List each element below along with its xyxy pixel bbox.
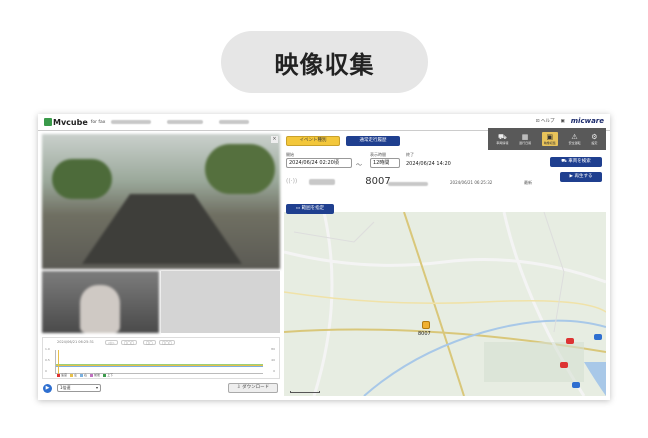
nav-vehicle[interactable]: ⛟ 車両情報 xyxy=(496,133,508,145)
nav-warning[interactable]: ⚠ 安全運転 xyxy=(569,133,581,145)
start-datetime-field[interactable]: 2024/06/24 02:20頃 xyxy=(286,158,352,168)
vehicle-marker-label: 8007 xyxy=(418,331,431,337)
travel-history-button[interactable]: 通常走行履歴 xyxy=(346,136,400,146)
warning-icon: ⚠ xyxy=(571,133,578,141)
page-heading: 映像収集 xyxy=(221,31,428,93)
map-view[interactable]: 8007 xyxy=(284,212,606,396)
sensor-graph: 2024/06/21 06:25:31 ◁ ▷ □□□ □□ □□□ 1.0 0.… xyxy=(42,337,280,379)
graph-timestamp: 2024/06/21 06:25:31 xyxy=(57,340,95,344)
play-icon[interactable]: ▶ xyxy=(43,383,52,393)
graph-control[interactable]: □□ xyxy=(143,340,156,345)
close-icon[interactable]: × xyxy=(271,136,278,143)
logo-subtitle: for fax xyxy=(90,119,106,125)
red-vehicle-icon[interactable] xyxy=(560,362,568,368)
video-panel: × 2024/06/21 06:25:31 ◁ ▷ □□□ □□ □□□ 1.0… xyxy=(42,134,280,396)
brand-logo: micware xyxy=(570,117,604,125)
interior-camera-view[interactable] xyxy=(42,271,159,333)
video-icon: ▣ xyxy=(546,133,554,141)
app-screenshot: Mvcube for fax ⊡ ヘルプ ▣ micware × 2024/06… xyxy=(38,114,610,400)
range-separator: 〜 xyxy=(356,162,363,169)
logo-mark-icon xyxy=(44,118,52,126)
playback-controls: ▶ 1倍速 ⇩ ダウンロード xyxy=(42,382,280,394)
graph-control[interactable]: □□□ xyxy=(121,340,137,345)
app-logo: Mvcube for fax xyxy=(44,118,105,127)
user-menu-icon[interactable]: ▣ xyxy=(561,119,565,124)
graph-plot-area xyxy=(55,350,263,374)
blurred-info xyxy=(111,120,152,124)
vehicle-number: 8007 xyxy=(365,176,391,187)
map-panel: イベント種別 通常走行履歴 ⛟ 車両情報 ▦ 運行日報 ▣ 映像収集 ⚠ 安全運転 ⚙ 設… xyxy=(284,128,606,396)
red-vehicle-icon[interactable] xyxy=(566,338,574,344)
vehicle-search-button[interactable]: ⛟ 車両を検索 xyxy=(550,157,602,167)
vehicle-marker[interactable] xyxy=(422,321,430,329)
blurred-info xyxy=(309,178,336,185)
calendar-icon: ▦ xyxy=(521,133,529,141)
vehicle-timestamp: 2024/06/21 06:25:32 xyxy=(450,180,493,185)
event-type-button[interactable]: イベント種別 xyxy=(286,136,340,146)
speed-select[interactable]: 1倍速 xyxy=(57,384,101,392)
range-button[interactable]: ▭ 範囲を指定 xyxy=(286,204,334,214)
nav-video[interactable]: ▣ 映像収集 xyxy=(541,132,558,146)
blurred-info xyxy=(219,120,250,124)
logo-text: Mvcube xyxy=(53,117,88,127)
graph-control[interactable]: ◁ ▷ xyxy=(105,340,118,345)
end-datetime: 2024/06/24 14:20 xyxy=(406,161,451,167)
end-label: 終了 xyxy=(406,152,414,157)
download-button[interactable]: ⇩ ダウンロード xyxy=(228,383,278,393)
empty-camera-slot xyxy=(161,271,280,333)
vehicle-status: 最新 xyxy=(524,180,532,185)
blurred-info xyxy=(167,120,204,124)
graph-control[interactable]: □□□ xyxy=(159,340,175,345)
blue-vehicle-icon[interactable] xyxy=(594,334,602,340)
period-select[interactable]: 12時間 xyxy=(370,158,400,168)
map-scale xyxy=(290,391,320,393)
nav-calendar[interactable]: ▦ 運行日報 xyxy=(519,133,531,145)
blurred-info xyxy=(388,182,428,186)
play-button[interactable]: ▶ 再生する xyxy=(560,172,602,182)
settings-icon: ⚙ xyxy=(591,133,598,141)
vehicle-info: ((·)) 8007 xyxy=(286,176,391,187)
vehicle-icon: ⛟ xyxy=(497,133,507,141)
nav-settings[interactable]: ⚙ 設定 xyxy=(591,133,597,145)
signal-icon: ((·)) xyxy=(286,178,298,185)
front-camera-view[interactable] xyxy=(42,134,280,269)
help-link[interactable]: ⊡ ヘルプ xyxy=(536,118,555,124)
graph-legend: 速度 左 右 前後 上下 xyxy=(57,373,113,377)
nav-iconbar: ⛟ 車両情報 ▦ 運行日報 ▣ 映像収集 ⚠ 安全運転 ⚙ 設定 xyxy=(488,128,606,150)
blue-vehicle-icon[interactable] xyxy=(572,382,580,388)
